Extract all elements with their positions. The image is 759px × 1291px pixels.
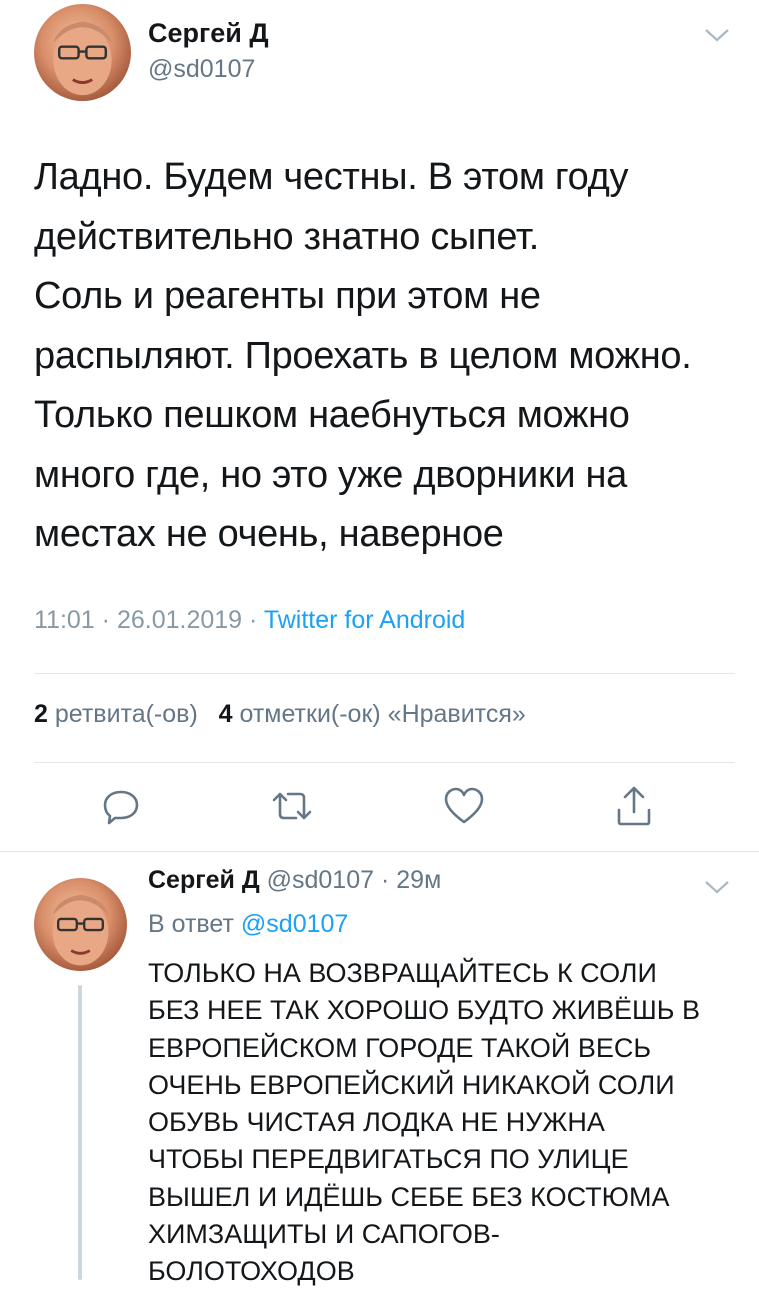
divider bbox=[34, 762, 735, 763]
retweets-stat[interactable]: 2 ретвита(-ов) bbox=[34, 700, 198, 728]
reply-line: ОЧЕНЬ ЕВРОПЕЙСКИЙ НИКАКОЙ СОЛИ bbox=[148, 1069, 675, 1100]
tweet-line: много где, но это уже дворники на bbox=[34, 453, 628, 496]
reply-line: ЕВРОПЕЙСКОМ ГОРОДЕ ТАКОЙ ВЕСЬ bbox=[148, 1032, 652, 1063]
tweet-line: Только пешком наебнуться можно bbox=[34, 394, 630, 436]
reply-header: Сергей Д @sd0107 · 29м bbox=[148, 866, 441, 895]
reply-line: ВЫШЕЛ И ИДЁШЬ СЕБЕ БЕЗ КОСТЮМА bbox=[148, 1181, 670, 1212]
reply-text: ТОЛЬКО НА ВОЗВРАЩАЙТЕСЬ К СОЛИ БЕЗ НЕЕ Т… bbox=[148, 955, 738, 1291]
share-button[interactable] bbox=[614, 784, 654, 828]
tweet-stats: 2 ретвита(-ов) 4 отметки(-ок) «Нравится» bbox=[34, 700, 526, 729]
reply-line: ОБУВЬ ЧИСТАЯ ЛОДКА НЕ НУЖНА bbox=[148, 1107, 605, 1138]
reply-age: 29м bbox=[396, 866, 442, 894]
tweet-date: 26.01.2019 bbox=[116, 606, 243, 634]
like-button[interactable] bbox=[442, 786, 486, 826]
meta-separator: · bbox=[380, 866, 390, 894]
heart-icon bbox=[444, 787, 484, 824]
retweets-label: ретвита(-ов) bbox=[54, 700, 198, 728]
divider bbox=[34, 673, 735, 674]
reply-line: БОЛОТОХОДОВ bbox=[148, 1256, 355, 1287]
likes-label: отметки(-ок) «Нравится» bbox=[239, 700, 526, 728]
in-reply-handle-link[interactable]: @sd0107 bbox=[241, 910, 348, 938]
reply-line: ЧТОБЫ ПЕРЕДВИГАТЬСЯ ПО УЛИЦЕ bbox=[148, 1144, 629, 1175]
thread-line bbox=[78, 985, 82, 1280]
author-name[interactable]: Сергей Д bbox=[148, 18, 269, 49]
retweet-icon bbox=[272, 792, 312, 820]
tweet-line: распыляют. Проехать в целом можно. bbox=[34, 334, 692, 377]
in-reply-prefix: В ответ bbox=[148, 910, 234, 938]
meta-separator: · bbox=[101, 606, 110, 634]
tweet-line: Ладно. Будем честны. В этом году bbox=[34, 156, 629, 198]
reply-line: ТОЛЬКО НА ВОЗВРАЩАЙТЕСЬ К СОЛИ bbox=[148, 958, 657, 988]
reply-line: БЕЗ НЕЕ ТАК ХОРОШО БУДТО ЖИВЁШЬ В bbox=[148, 995, 701, 1026]
retweet-button[interactable] bbox=[268, 786, 316, 826]
share-icon bbox=[617, 786, 651, 826]
tweet-meta: 11:01 · 26.01.2019 · Twitter for Android bbox=[34, 606, 465, 635]
chevron-down-icon[interactable] bbox=[704, 26, 730, 44]
reply-author-avatar[interactable] bbox=[34, 878, 127, 971]
tweet-line: местах не очень, наверное bbox=[34, 513, 504, 555]
reply-line: ХИМЗАЩИТЫ И САПОГОВ- bbox=[148, 1219, 500, 1250]
tweet-source-link[interactable]: Twitter for Android bbox=[264, 606, 465, 634]
author-avatar[interactable] bbox=[34, 4, 131, 101]
tweet-line: Соль и реагенты при этом не bbox=[34, 275, 541, 317]
reply-author-handle[interactable]: @sd0107 bbox=[267, 866, 374, 894]
reply-button[interactable] bbox=[101, 786, 141, 826]
retweets-count: 2 bbox=[34, 700, 48, 728]
meta-separator: · bbox=[249, 606, 258, 634]
tweet-text: Ладно. Будем честны. В этом году действи… bbox=[34, 148, 734, 565]
tweet-line: действительно знатно сыпет. bbox=[34, 215, 540, 258]
likes-stat[interactable]: 4 отметки(-ок) «Нравится» bbox=[219, 700, 526, 728]
reply-icon bbox=[103, 790, 139, 825]
in-reply-to: В ответ @sd0107 bbox=[148, 910, 348, 939]
divider bbox=[0, 851, 759, 852]
chevron-down-icon[interactable] bbox=[704, 878, 730, 896]
likes-count: 4 bbox=[218, 700, 233, 728]
tweet-time: 11:01 bbox=[34, 606, 95, 634]
author-handle[interactable]: @sd0107 bbox=[148, 55, 255, 84]
reply-author-name[interactable]: Сергей Д bbox=[148, 866, 260, 894]
